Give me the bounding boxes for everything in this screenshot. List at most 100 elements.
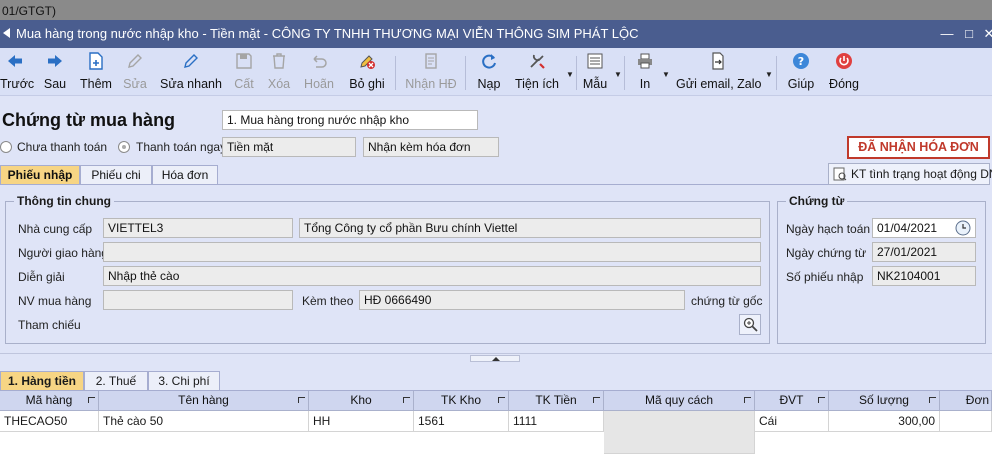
- close-button[interactable]: Đóng: [826, 48, 862, 96]
- attach-suffix: chứng từ gốc: [691, 294, 763, 308]
- cell-cash-account[interactable]: 1111: [509, 411, 604, 432]
- undo-button[interactable]: Hoãn: [300, 48, 338, 96]
- receive-invoice-button[interactable]: Nhận HĐ: [404, 48, 458, 96]
- unpaid-radio[interactable]: [0, 141, 12, 153]
- kt-status-button[interactable]: KT tình trạng hoạt động DN: [828, 163, 992, 185]
- undo-label: Hoãn: [304, 77, 334, 91]
- svg-text:?: ?: [798, 55, 804, 68]
- cell-unit-price[interactable]: [940, 411, 992, 432]
- edit-button[interactable]: Sửa: [120, 48, 150, 96]
- cell-spec-code[interactable]: [604, 411, 755, 454]
- column-header[interactable]: Mã hàng: [0, 391, 99, 411]
- print-button[interactable]: In: [632, 48, 658, 96]
- buyer-field[interactable]: [103, 290, 293, 310]
- parent-window-title: 01/GTGT): [2, 4, 57, 18]
- delete-button[interactable]: Xóa: [264, 48, 294, 96]
- collapse-grip[interactable]: [470, 355, 520, 362]
- template-label: Mẫu: [582, 77, 608, 91]
- close-window-button[interactable]: ✕: [978, 20, 992, 48]
- clock-icon[interactable]: [955, 220, 971, 236]
- tab-invoice[interactable]: Hóa đơn: [152, 165, 218, 185]
- edit-label: Sửa: [123, 77, 147, 91]
- template-button[interactable]: Mẫu: [580, 48, 610, 96]
- column-header[interactable]: ĐVT: [755, 391, 829, 411]
- doc-type-select[interactable]: 1. Mua hàng trong nước nhập kho: [222, 110, 478, 130]
- voucher-no-label: Số phiếu nhập: [786, 270, 864, 284]
- next-button[interactable]: Sau: [38, 48, 72, 96]
- pencil-icon: [128, 54, 142, 68]
- utilities-dropdown-icon[interactable]: ▼: [566, 70, 574, 79]
- reload-button[interactable]: Nạp: [472, 48, 506, 96]
- window-title: Mua hàng trong nước nhập kho - Tiền mặt …: [16, 26, 639, 41]
- toolbar-separator: [576, 56, 577, 90]
- unpaid-radio-label: Chưa thanh toán: [17, 140, 108, 154]
- reference-label: Tham chiếu: [18, 318, 81, 332]
- help-label: Giúp: [787, 77, 815, 91]
- unpost-label: Bỏ ghi: [349, 77, 385, 91]
- column-header[interactable]: Đơn: [940, 391, 992, 411]
- column-header[interactable]: TK Tiền: [509, 391, 604, 411]
- tab-goods[interactable]: 1. Hàng tiền: [0, 371, 84, 391]
- cell-stock-account[interactable]: 1561: [414, 411, 509, 432]
- tab-payment-voucher[interactable]: Phiếu chi: [80, 165, 152, 185]
- deliverer-field[interactable]: [103, 242, 761, 262]
- print-label: In: [639, 77, 651, 91]
- utilities-button[interactable]: Tiện ích: [512, 48, 562, 96]
- quick-edit-button[interactable]: Sửa nhanh: [158, 48, 224, 96]
- app-icon: [3, 28, 10, 38]
- prev-button[interactable]: Trước: [0, 48, 35, 96]
- deliverer-label: Người giao hàng: [18, 246, 108, 260]
- column-header[interactable]: Tên hàng: [99, 391, 309, 411]
- column-header[interactable]: Số lượng: [829, 391, 940, 411]
- cell-item-code[interactable]: THECAO50: [0, 411, 99, 432]
- save-label: Cất: [234, 77, 254, 91]
- toolbar-separator: [395, 56, 396, 90]
- tab-cost[interactable]: 3. Chi phí: [148, 371, 220, 391]
- help-button[interactable]: ? Giúp: [786, 48, 816, 96]
- cell-unit[interactable]: Cái: [755, 411, 829, 432]
- title-bar: Mua hàng trong nước nhập kho - Tiền mặt …: [0, 20, 992, 48]
- minimize-button[interactable]: —: [936, 20, 958, 48]
- help-icon: ?: [793, 53, 809, 69]
- column-header[interactable]: Mã quy cách: [604, 391, 755, 411]
- attach-field[interactable]: HĐ 0666490: [359, 290, 685, 310]
- cell-warehouse[interactable]: HH: [309, 411, 414, 432]
- voucher-no-field[interactable]: NK2104001: [872, 266, 976, 286]
- trash-icon: [273, 53, 285, 69]
- panel-splitter[interactable]: [0, 353, 992, 362]
- reference-search-button[interactable]: [739, 314, 761, 335]
- add-button[interactable]: Thêm: [78, 48, 114, 96]
- printer-icon: [638, 53, 652, 69]
- email-zalo-button[interactable]: Gửi email, Zalo: [676, 48, 761, 96]
- tab-tax[interactable]: 2. Thuế: [84, 371, 148, 391]
- tab-divider: [0, 184, 828, 185]
- column-header[interactable]: Kho: [309, 391, 414, 411]
- paid-radio[interactable]: [118, 141, 130, 153]
- voucher-date-label: Ngày chứng từ: [786, 246, 867, 260]
- cell-quantity[interactable]: 300,00: [829, 411, 940, 432]
- voucher-date-field[interactable]: 27/01/2021: [872, 242, 976, 262]
- toolbar-separator: [776, 56, 777, 90]
- column-header[interactable]: TK Kho: [414, 391, 509, 411]
- email-dropdown-icon[interactable]: ▼: [765, 70, 773, 79]
- invoice-option-select[interactable]: Nhận kèm hóa đơn: [363, 137, 499, 157]
- zoom-in-icon: [743, 317, 758, 332]
- save-button[interactable]: Cất: [230, 48, 258, 96]
- receive-invoice-label: Nhận HĐ: [405, 77, 457, 91]
- print-dropdown-icon[interactable]: ▼: [662, 70, 670, 79]
- supplier-code-field[interactable]: VIETTEL3: [103, 218, 293, 238]
- page-title: Chứng từ mua hàng: [2, 110, 176, 130]
- tools-icon: [530, 54, 545, 69]
- template-dropdown-icon[interactable]: ▼: [614, 70, 622, 79]
- maximize-button[interactable]: □: [958, 20, 980, 48]
- tab-receipt[interactable]: Phiếu nhập: [0, 165, 80, 185]
- description-field[interactable]: Nhập thẻ cào: [103, 266, 761, 286]
- cell-item-name[interactable]: Thẻ cào 50: [99, 411, 309, 432]
- next-label: Sau: [43, 77, 67, 91]
- paid-radio-label: Thanh toán ngay: [136, 140, 227, 154]
- check-document-icon: [833, 167, 847, 181]
- payment-method-select[interactable]: Tiền mặt: [222, 137, 356, 157]
- unpost-button[interactable]: Bỏ ghi: [346, 48, 388, 96]
- prev-label: Trước: [0, 77, 35, 91]
- supplier-name-field[interactable]: Tổng Công ty cổ phần Bưu chính Viettel: [299, 218, 761, 238]
